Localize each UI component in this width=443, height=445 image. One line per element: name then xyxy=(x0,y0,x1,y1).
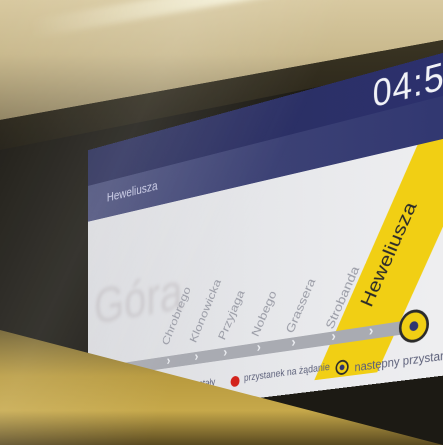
chevron-right-icon: › xyxy=(166,353,171,369)
legend-next-stop-icon-center xyxy=(339,364,345,371)
chevron-right-icon: › xyxy=(291,334,296,351)
chevron-right-icon: › xyxy=(223,344,228,361)
chevron-right-icon: › xyxy=(194,349,199,365)
chevron-right-icon: › xyxy=(368,322,374,340)
legend-optional-stop: przystanek na żądanie xyxy=(244,361,330,384)
chevron-right-icon: › xyxy=(256,339,261,356)
current-stop-marker-center xyxy=(409,320,419,332)
legend-optional-stop-icon xyxy=(230,375,240,388)
stop-label: Przyjaga xyxy=(216,288,248,343)
stop-label: Grassera xyxy=(283,276,319,336)
chevron-right-icon: › xyxy=(331,328,336,345)
stop-label: Nobego xyxy=(249,288,280,339)
